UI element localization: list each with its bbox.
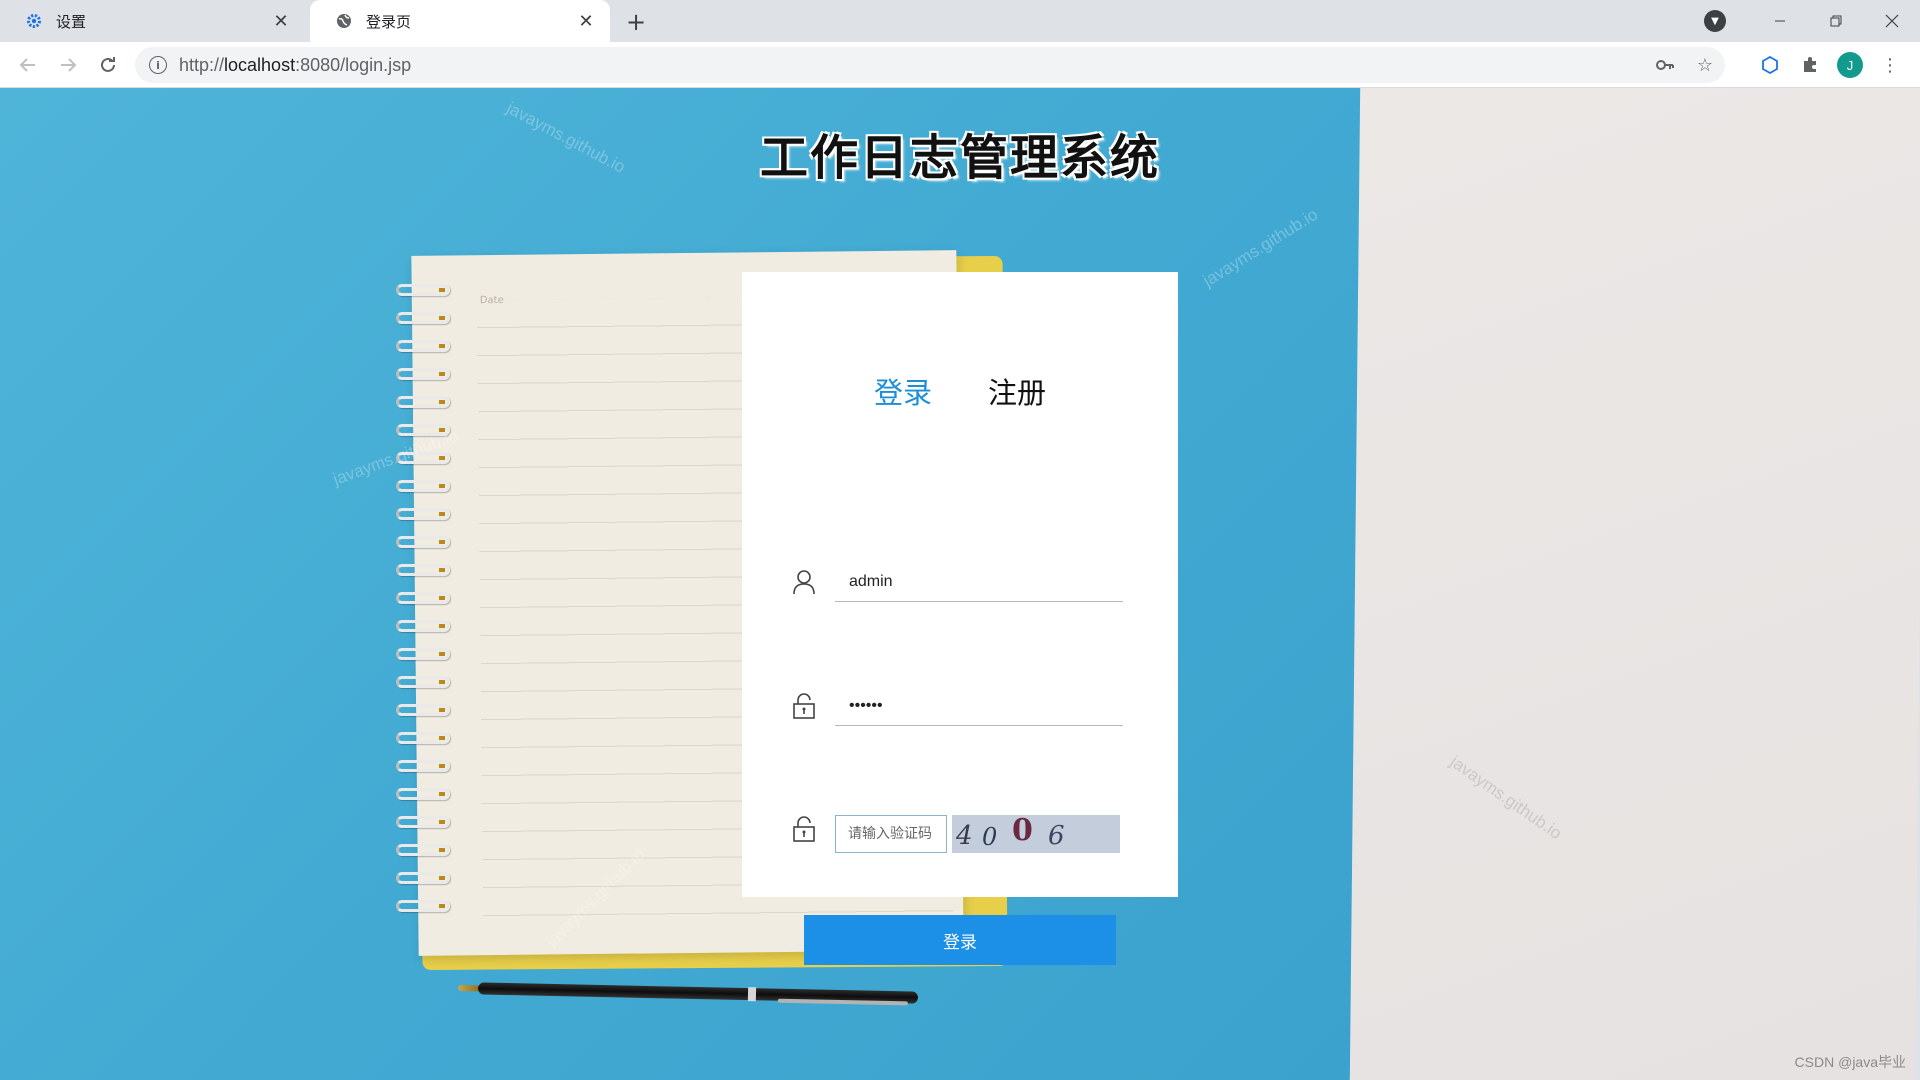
- spiral-ring: [396, 508, 450, 520]
- login-submit-button[interactable]: 登录: [804, 915, 1116, 965]
- tab-login[interactable]: 登录: [874, 370, 932, 412]
- reload-icon[interactable]: [88, 45, 128, 85]
- browser-toolbar: i http://localhost:8080/login.jsp ☆ J ⋮: [0, 42, 1920, 88]
- extensions-area: J ⋮: [1750, 47, 1910, 83]
- spiral-ring: [396, 396, 450, 408]
- lock-icon: [790, 813, 818, 845]
- background-paper: [1349, 88, 1920, 1080]
- tab-login-page[interactable]: 登录页 ✕: [310, 0, 610, 42]
- spiral-ring: [396, 312, 450, 324]
- spiral-ring: [396, 648, 450, 660]
- pen-band: [747, 987, 757, 1002]
- spiral-ring: [396, 620, 450, 632]
- tab-title: 设置: [56, 12, 87, 31]
- captcha-char: 0: [1012, 815, 1033, 848]
- menu-kebab-icon[interactable]: ⋮: [1870, 47, 1910, 83]
- spiral-ring: [396, 816, 450, 828]
- key-icon[interactable]: [1645, 47, 1685, 83]
- footer-credit: CSDN @java毕业: [1794, 1054, 1906, 1070]
- spiral-ring: [396, 564, 450, 576]
- login-card: 登录 注册 4 0 0 6 登: [742, 272, 1178, 965]
- spiral-ring: [396, 760, 450, 772]
- profile-avatar[interactable]: J: [1830, 47, 1870, 83]
- spiral-ring: [396, 480, 450, 492]
- captcha-image[interactable]: 4 0 0 6: [952, 815, 1120, 853]
- captcha-input[interactable]: [835, 815, 947, 853]
- address-bar[interactable]: i http://localhost:8080/login.jsp ☆: [135, 47, 1725, 83]
- page-viewport: Date javayms.github.io javayms.github.io…: [0, 88, 1920, 1080]
- spiral-ring: [396, 536, 450, 548]
- spiral-ring: [396, 844, 450, 856]
- captcha-char: 4: [956, 821, 973, 851]
- extension-hex-icon[interactable]: [1750, 47, 1790, 83]
- spiral-ring: [396, 704, 450, 716]
- new-tab-button[interactable]: +: [622, 8, 650, 36]
- notebook-spiral: [396, 284, 452, 1014]
- page-title: 工作日志管理系统: [759, 130, 1160, 186]
- lock-icon: [790, 690, 818, 722]
- tab-settings[interactable]: 设置 ✕: [0, 0, 305, 42]
- globe-icon: [334, 11, 354, 31]
- url-text: http://localhost:8080/login.jsp: [179, 54, 412, 75]
- browser-tab-bar: 设置 ✕ 登录页 ✕ + ▼: [0, 0, 1920, 42]
- forward-icon[interactable]: [48, 45, 88, 85]
- spiral-ring: [396, 676, 450, 688]
- back-icon[interactable]: [8, 45, 48, 85]
- captcha-char: 6: [1048, 821, 1065, 851]
- minimize-icon[interactable]: [1752, 0, 1808, 42]
- spiral-ring: [396, 592, 450, 604]
- tab-register[interactable]: 注册: [988, 370, 1046, 412]
- username-input[interactable]: [835, 562, 1123, 602]
- spiral-ring: [396, 788, 450, 800]
- spiral-ring: [396, 368, 450, 380]
- restore-icon[interactable]: [1808, 0, 1864, 42]
- close-window-icon[interactable]: [1864, 0, 1920, 42]
- tab-search-icon[interactable]: ▼: [1704, 10, 1726, 32]
- spiral-ring: [396, 284, 450, 296]
- user-icon: [790, 566, 818, 598]
- window-controls: ▼: [1704, 0, 1920, 42]
- close-icon[interactable]: ✕: [271, 11, 291, 32]
- captcha-row: 4 0 0 6: [790, 809, 1135, 853]
- puzzle-icon[interactable]: [1790, 47, 1830, 83]
- spiral-ring: [396, 340, 450, 352]
- username-row: [790, 562, 1135, 606]
- spiral-ring: [396, 900, 450, 912]
- spiral-ring: [396, 732, 450, 744]
- captcha-char: 0: [982, 823, 998, 851]
- spiral-ring: [396, 872, 450, 884]
- close-icon[interactable]: ✕: [576, 11, 596, 32]
- bookmark-star-icon[interactable]: ☆: [1685, 47, 1725, 83]
- gear-icon: [24, 11, 44, 31]
- tab-title: 登录页: [366, 12, 412, 31]
- auth-tabs: 登录 注册: [742, 370, 1178, 412]
- password-row: [790, 686, 1135, 730]
- site-info-icon[interactable]: i: [149, 56, 167, 74]
- password-input[interactable]: [835, 686, 1123, 726]
